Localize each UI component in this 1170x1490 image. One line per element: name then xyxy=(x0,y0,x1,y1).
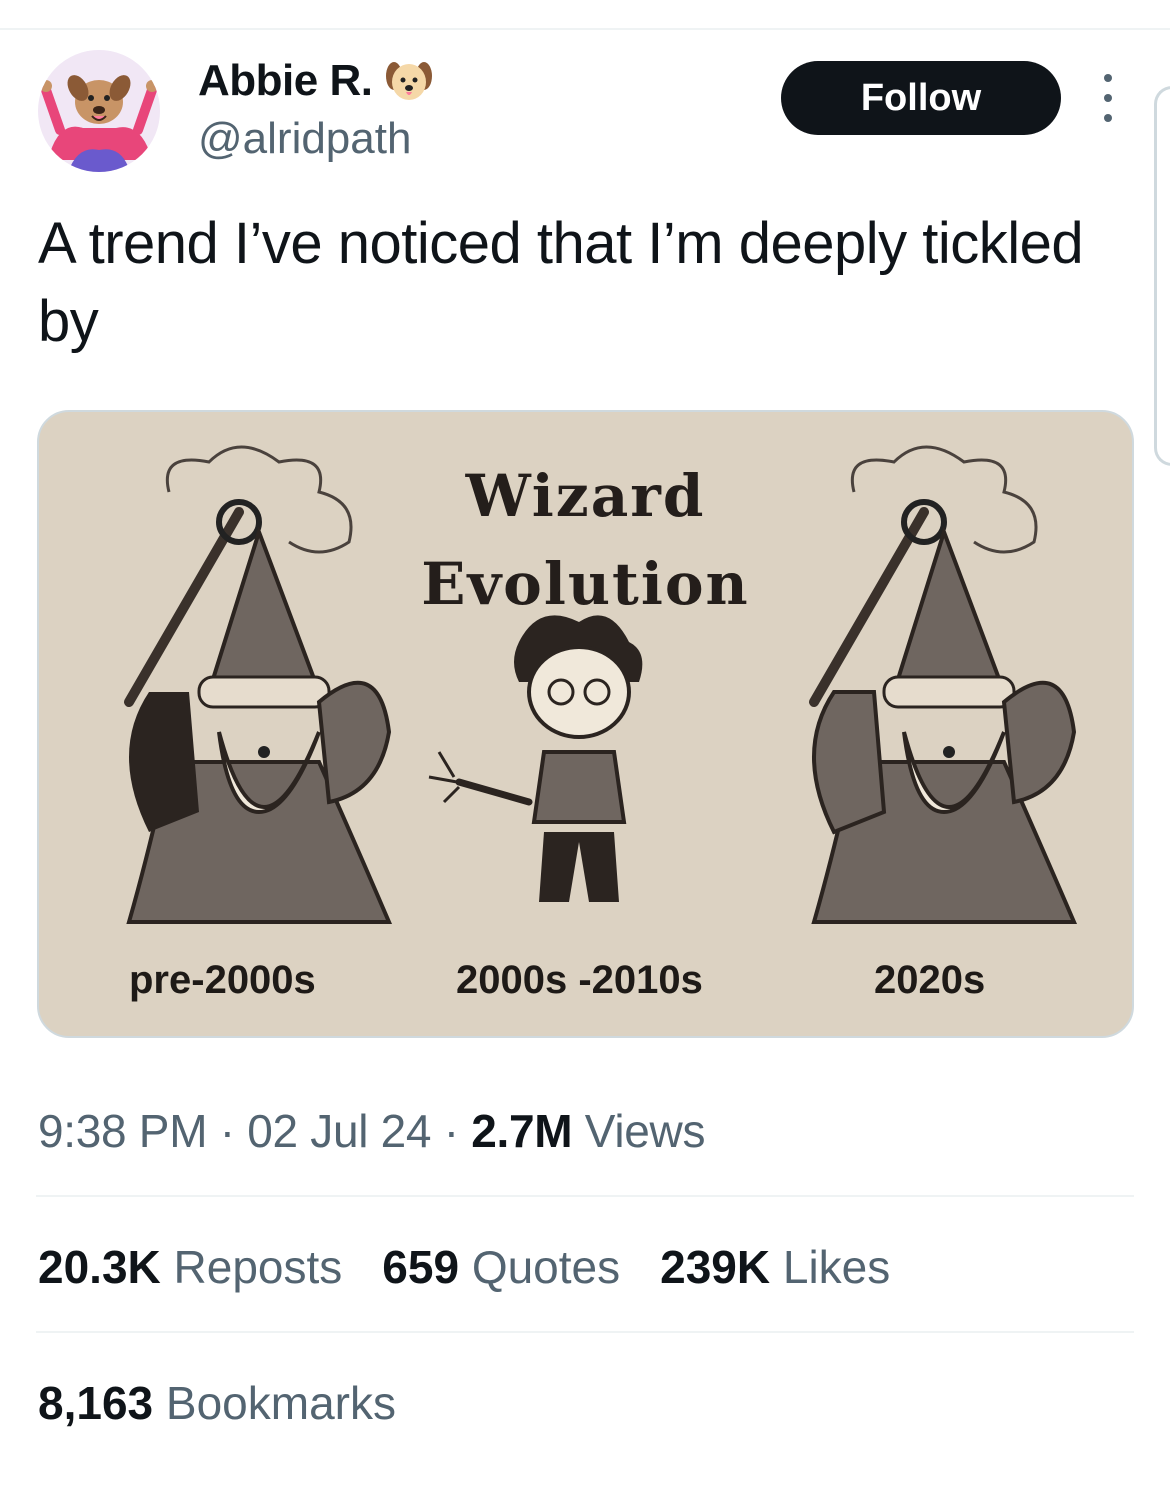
likes-label: Likes xyxy=(782,1241,891,1293)
quotes-count: 659 xyxy=(382,1241,460,1293)
classic-wizard-illustration xyxy=(124,445,393,924)
quotes-stat[interactable]: 659 Quotes xyxy=(382,1240,620,1294)
meta-separator: · xyxy=(443,1105,459,1157)
bookmarks-count: 8,163 xyxy=(38,1377,154,1429)
tweet-time[interactable]: 9:38 PM xyxy=(38,1105,208,1157)
more-dot xyxy=(1104,94,1112,102)
tweet-date[interactable]: 02 Jul 24 xyxy=(247,1105,431,1157)
reposts-count: 20.3K xyxy=(38,1241,161,1293)
tweet-meta: 9:38 PM · 02 Jul 24 · 2.7M Views xyxy=(38,1104,705,1158)
divider xyxy=(36,1195,1134,1197)
tweet-text: A trend I’ve noticed that I’m deeply tic… xyxy=(38,211,1084,354)
author-handle[interactable]: @alridpath xyxy=(198,114,411,164)
media-label-pre-2000s: pre-2000s xyxy=(129,958,316,1002)
quotes-label: Quotes xyxy=(471,1241,621,1293)
more-dot xyxy=(1104,114,1112,122)
tweet-media-image[interactable]: Wizard Evolution pre-2000s 2000s -2010s … xyxy=(37,410,1134,1038)
modern-wizard-illustration xyxy=(809,445,1078,924)
engagement-stats: 20.3K Reposts 659 Quotes 239K Likes xyxy=(38,1240,890,1294)
media-label-2020s: 2020s xyxy=(874,958,986,1002)
views-label: Views xyxy=(584,1105,706,1157)
bookmarks-stat[interactable]: 8,163 Bookmarks xyxy=(38,1376,396,1430)
avatar[interactable] xyxy=(38,50,160,172)
boy-wizard-illustration xyxy=(428,615,643,902)
bookmarks-label: Bookmarks xyxy=(165,1377,396,1429)
display-name-text: Abbie R. xyxy=(198,56,373,105)
dog-face-icon xyxy=(384,58,434,104)
more-options-icon[interactable] xyxy=(1096,74,1120,122)
likes-stat[interactable]: 239K Likes xyxy=(660,1240,890,1294)
meta-separator: · xyxy=(219,1105,235,1157)
reposts-label: Reposts xyxy=(173,1241,343,1293)
divider xyxy=(36,1331,1134,1333)
views-count: 2.7M xyxy=(471,1105,573,1157)
reposts-stat[interactable]: 20.3K Reposts xyxy=(38,1240,342,1294)
likes-count: 239K xyxy=(660,1241,771,1293)
top-divider xyxy=(0,28,1170,30)
scroll-edge-handle xyxy=(1154,86,1170,466)
author-display-name[interactable]: Abbie R. xyxy=(198,56,434,106)
more-dot xyxy=(1104,74,1112,82)
dog-character-avatar-icon xyxy=(38,50,160,172)
media-label-2000s-2010s: 2000s -2010s xyxy=(456,958,703,1002)
follow-button[interactable]: Follow xyxy=(781,61,1061,135)
